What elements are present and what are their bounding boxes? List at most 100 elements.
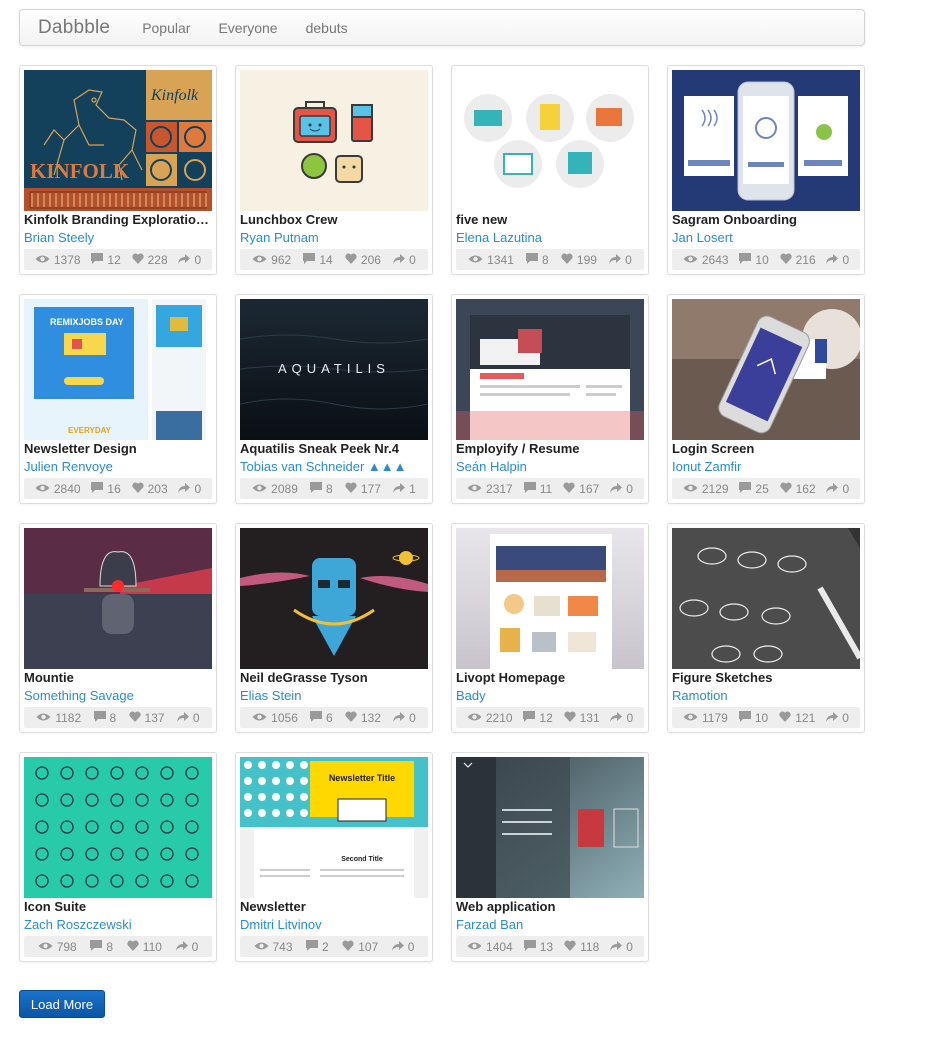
likes-stat[interactable]: 167 <box>563 482 599 496</box>
comments-stat[interactable]: 12 <box>91 252 121 267</box>
likes-stat[interactable]: 203 <box>131 482 168 496</box>
rebounds-stat[interactable]: 0 <box>826 711 849 725</box>
likes-stat[interactable]: 216 <box>779 253 816 267</box>
shot-author-link[interactable]: Something Savage <box>24 688 214 704</box>
likes-stat[interactable]: 137 <box>128 711 165 725</box>
shot-title[interactable]: Sagram Onboarding <box>672 212 862 228</box>
shot-author-link[interactable]: Jan Losert <box>672 230 862 246</box>
shot-author-link[interactable]: Elena Lazutina <box>456 230 646 246</box>
rebounds-stat[interactable]: 0 <box>610 482 633 496</box>
shot-author-link[interactable]: Elias Stein <box>240 688 430 704</box>
shot-thumbnail[interactable]: Newsletter Title Second Title <box>240 757 428 898</box>
shot-title[interactable]: Livopt Homepage <box>456 670 646 686</box>
shot-title[interactable]: Icon Suite <box>24 899 214 915</box>
comments-stat[interactable]: 6 <box>310 710 333 725</box>
shot-title[interactable]: Employify / Resume <box>456 441 646 457</box>
comments-stat[interactable]: 12 <box>523 710 553 725</box>
shot-author-link[interactable]: Ionut Zamfir <box>672 459 862 475</box>
shot-title[interactable]: Lunchbox Crew <box>240 212 430 228</box>
comments-stat[interactable]: 10 <box>739 252 769 267</box>
comments-stat[interactable]: 8 <box>93 710 116 725</box>
comments-stat[interactable]: 25 <box>739 481 769 496</box>
shot-author-link[interactable]: Tobias van Schneider ▲▲▲ <box>240 459 430 475</box>
shot-thumbnail[interactable] <box>456 299 644 440</box>
shot-title[interactable]: Login Screen <box>672 441 862 457</box>
nav-link-debuts[interactable]: debuts <box>306 20 348 36</box>
likes-stat[interactable]: 177 <box>345 482 381 496</box>
shot-thumbnail[interactable] <box>672 70 860 211</box>
comment-icon <box>739 252 755 267</box>
comments-stat[interactable]: 16 <box>91 481 121 496</box>
rebounds-count: 0 <box>192 710 200 725</box>
comments-stat[interactable]: 8 <box>90 939 113 954</box>
rebounds-stat[interactable]: 0 <box>826 482 849 496</box>
shot-stats-bar: 1182 8 137 0 <box>24 707 212 728</box>
shot-author-link[interactable]: Brian Steely <box>24 230 214 246</box>
brand-logo[interactable]: Dabbble <box>38 17 110 39</box>
comments-stat[interactable]: 8 <box>526 252 549 267</box>
rebounds-stat[interactable]: 0 <box>391 940 414 954</box>
load-more-button[interactable]: Load More <box>19 990 105 1018</box>
likes-stat[interactable]: 162 <box>779 482 816 496</box>
shot-author-link[interactable]: Farzad Ban <box>456 917 646 933</box>
shot-thumbnail[interactable] <box>456 757 644 898</box>
rebounds-stat[interactable]: 0 <box>176 710 200 725</box>
shot-title[interactable]: Figure Sketches <box>672 670 862 686</box>
shot-thumbnail[interactable] <box>24 528 212 669</box>
likes-stat[interactable]: 121 <box>779 711 815 725</box>
shot-author-link[interactable]: Julien Renvoye <box>24 459 214 475</box>
rebounds-stat[interactable]: 0 <box>610 711 633 725</box>
likes-stat[interactable]: 199 <box>561 253 597 267</box>
comments-stat[interactable]: 8 <box>310 481 333 496</box>
likes-stat[interactable]: 206 <box>345 253 381 267</box>
shot-title[interactable]: Mountie <box>24 670 214 686</box>
nav-link-popular[interactable]: Popular <box>142 20 190 36</box>
likes-stat[interactable]: 131 <box>563 711 600 725</box>
shot-thumbnail[interactable]: KINFOLK Kinfolk <box>24 70 212 211</box>
rebounds-stat[interactable]: 0 <box>178 253 201 267</box>
shot-author-link[interactable]: Dmitri Litvinov <box>240 917 430 933</box>
shot-thumbnail[interactable] <box>240 70 428 211</box>
shot-author-link[interactable]: Zach Roszczewski <box>24 917 214 933</box>
shot-title[interactable]: Aquatilis Sneak Peek Nr.4 <box>240 441 430 457</box>
shot-thumbnail[interactable] <box>456 528 644 669</box>
comments-stat[interactable]: 11 <box>523 481 553 496</box>
shot-thumbnail[interactable] <box>456 70 644 211</box>
shot-title[interactable]: five new <box>456 212 646 228</box>
shot-thumbnail[interactable]: AQUATILIS <box>240 299 428 440</box>
shot-author-link[interactable]: Ramotion <box>672 688 862 704</box>
comments-count: 11 <box>539 481 553 496</box>
likes-stat[interactable]: 228 <box>131 253 168 267</box>
eye-icon <box>254 940 273 954</box>
likes-stat[interactable]: 118 <box>564 940 599 954</box>
shot-title[interactable]: Newsletter Design <box>24 441 214 457</box>
rebounds-stat[interactable]: 0 <box>178 482 201 496</box>
shot-title[interactable]: Web application <box>456 899 646 915</box>
rebounds-stat[interactable]: 0 <box>610 940 633 954</box>
comments-stat[interactable]: 10 <box>738 710 768 725</box>
comments-stat[interactable]: 2 <box>306 939 329 954</box>
shot-thumbnail[interactable]: REMIXJOBS DAY EVERYDAY <box>24 299 212 440</box>
shot-title[interactable]: Kinfolk Branding Exploration... <box>24 212 214 228</box>
shot-thumbnail[interactable] <box>240 528 428 669</box>
shot-title[interactable]: Neil deGrasse Tyson <box>240 670 430 686</box>
shot-author-link[interactable]: Ryan Putnam <box>240 230 430 246</box>
shot-thumbnail[interactable] <box>672 528 860 669</box>
likes-stat[interactable]: 107 <box>342 940 378 954</box>
shot-author-link[interactable]: Bady <box>456 688 646 704</box>
rebounds-stat[interactable]: 0 <box>609 253 632 267</box>
shot-thumbnail[interactable] <box>672 299 860 440</box>
rebounds-stat[interactable]: 1 <box>393 482 416 496</box>
rebounds-stat[interactable]: 0 <box>393 711 416 725</box>
rebounds-stat[interactable]: 0 <box>826 253 849 267</box>
comments-stat[interactable]: 14 <box>303 252 333 267</box>
shot-author-link[interactable]: Seán Halpin <box>456 459 646 475</box>
rebounds-stat[interactable]: 0 <box>175 940 198 954</box>
shot-thumbnail[interactable] <box>24 757 212 898</box>
rebounds-stat[interactable]: 0 <box>393 253 416 267</box>
comments-stat[interactable]: 13 <box>523 939 553 954</box>
shot-title[interactable]: Newsletter <box>240 899 430 915</box>
likes-stat[interactable]: 132 <box>345 711 381 725</box>
nav-link-everyone[interactable]: Everyone <box>218 20 277 36</box>
likes-stat[interactable]: 110 <box>127 940 162 954</box>
